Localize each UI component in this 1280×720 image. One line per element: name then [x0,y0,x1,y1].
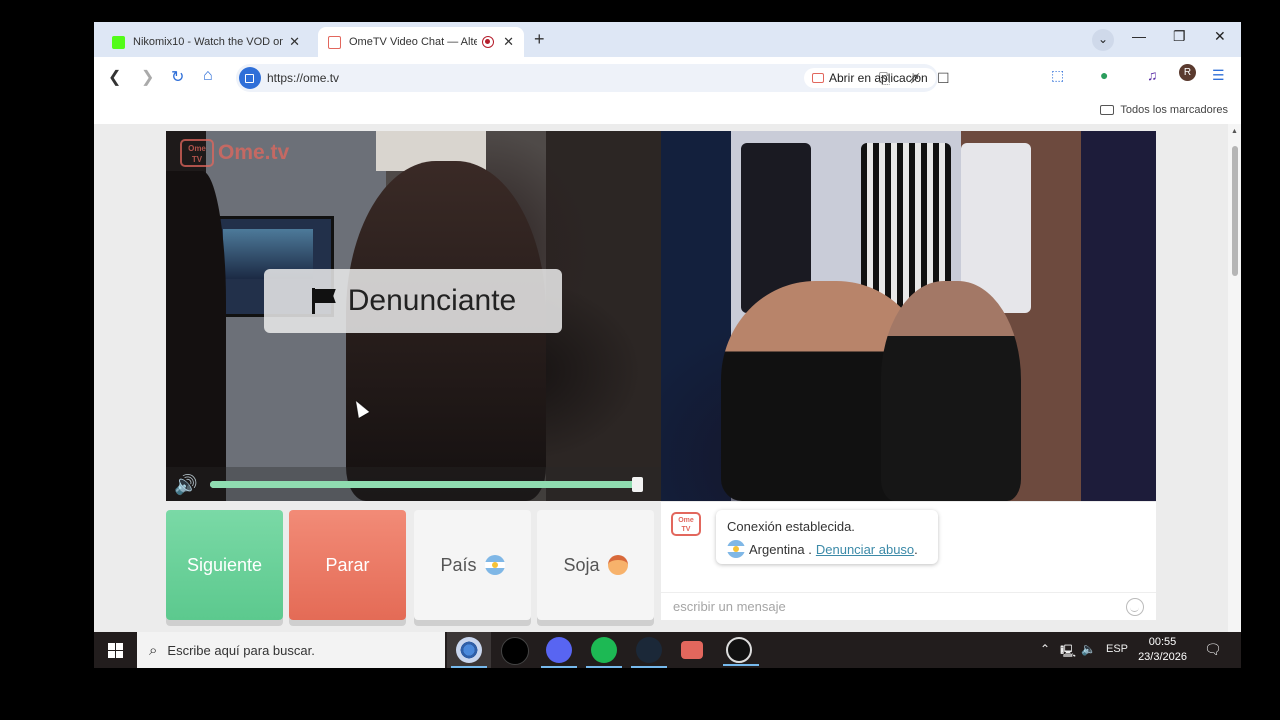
person-silhouette [881,281,1021,501]
folder-icon [1100,105,1115,115]
stop-button-label: Parar [325,554,370,575]
tab-strip: Nikomix10 - Watch the VOD on ✕ OmeTV Vid… [94,22,1241,57]
restore-button[interactable]: ❐ [1173,28,1186,45]
tab-ometv[interactable]: OmeTV Video Chat — Alter ✕ [318,27,524,57]
speaker-icon[interactable]: 🔈 [1081,642,1096,656]
chat-message-input[interactable] [661,592,1156,620]
report-abuse-link[interactable]: Denunciar abuso [816,542,914,557]
profile-avatar[interactable]: R [1179,64,1196,81]
ometv-favicon-icon [328,35,341,49]
emoji-icon[interactable] [1126,598,1144,616]
system-message: Conexión establecida. Argentina . Denunc… [716,510,938,564]
ometv-app-icon[interactable] [681,641,703,659]
country-filter-button[interactable]: País [414,510,531,620]
tab-title: OmeTV Video Chat — Alter [349,36,477,48]
report-overlay-label: Denunciante [347,284,517,317]
close-tab-icon[interactable]: ✕ [289,34,300,50]
browser-window: Nikomix10 - Watch the VOD on ✕ OmeTV Vid… [94,22,1241,668]
gender-filter-button[interactable]: Soja [537,510,654,620]
extensions-icon[interactable]: ⬚ [1051,67,1064,84]
person-face-icon [607,555,628,575]
connection-status-text: Conexión establecida. [727,519,855,534]
menu-icon[interactable]: ☰ [1212,67,1225,84]
network-icon[interactable]: 🖳 [1060,642,1076,663]
next-button[interactable]: Siguiente [166,510,283,620]
windows-start-icon[interactable] [108,643,123,658]
bookmarks-bar: Todos los marcadores [94,99,1241,124]
volume-slider-fill [210,481,638,488]
home-icon[interactable]: ⌂ [203,67,213,85]
translate-icon[interactable]: ⎘ [879,70,890,87]
notifications-icon[interactable]: 🗨 [1204,641,1222,658]
gender-button-label: Soja [563,554,600,575]
language-indicator[interactable]: ESP [1106,643,1128,655]
country-button-label: País [440,554,477,575]
scroll-up-icon[interactable]: ▲ [1231,128,1238,135]
clock-date: 23/3/2026 [1138,651,1187,663]
stranger-video[interactable]: Ome TV Ome.tv Denunciante 🔊 [166,131,661,501]
ometv-logo-icon: Ome TV [180,139,214,167]
spotify-app-icon[interactable] [586,637,622,668]
report-suffix: . [914,541,918,557]
new-tab-button[interactable]: + [534,29,545,50]
clock-time: 00:55 [1148,636,1177,648]
back-arrow-icon[interactable]: ❮ [108,67,121,87]
chat-ometv-logo: Ome TV [671,512,701,536]
tiktok-app-icon[interactable] [501,637,529,665]
tray-chevron-icon[interactable]: ⌃ [1040,642,1050,656]
obs-app-icon[interactable] [723,637,759,666]
report-overlay-button[interactable]: Denunciante [264,269,562,333]
tab-title: Nikomix10 - Watch the VOD on [133,36,283,48]
volume-slider[interactable] [210,477,643,492]
bookmark-icon[interactable]: ☐ [937,70,950,87]
flag-icon [310,288,336,314]
search-icon: ⌕ [149,641,158,659]
next-button-label: Siguiente [186,554,263,575]
reload-icon[interactable]: ↻ [171,67,184,87]
chrome-app-icon[interactable] [451,637,487,668]
partner-country-text: Argentina . [749,541,812,557]
ometv-logo-text: Ome.tv [218,141,290,164]
close-tab-icon[interactable]: ✕ [503,34,514,50]
forward-arrow-icon[interactable]: ❯ [141,67,154,87]
volume-icon[interactable]: 🔊 [174,473,198,497]
page-scrollbar[interactable]: ▲ ▼ [1228,124,1241,668]
recording-indicator-icon [482,36,494,48]
volume-slider-handle[interactable] [631,477,643,492]
person-silhouette [166,171,226,501]
argentina-flag-icon [484,555,505,575]
stop-button[interactable]: Parar [289,510,406,620]
taskbar-search-placeholder: Escribe aquí para buscar. [167,642,315,658]
close-window-button[interactable]: ✕ [1214,28,1226,45]
url-text[interactable]: https://ome.tv [267,71,339,85]
clock[interactable]: 00:55 23/3/2026 [1138,635,1187,665]
kick-favicon-icon [112,35,125,49]
browser-toolbar: ❮ ❯ ↻ ⌂ https://ome.tv Abrir en aplicaci… [94,57,1241,99]
all-bookmarks-label: Todos los marcadores [1120,104,1228,116]
site-info-icon[interactable] [239,67,261,89]
argentina-flag-icon [727,540,745,558]
ometv-logo-icon: Ome TV [671,512,701,536]
minimize-button[interactable]: — [1132,28,1146,44]
windows-taskbar: ⌕ Escribe aquí para buscar. ⌃ 🖳 🔈 ESP 00… [94,632,1241,668]
chat-panel: Ome TV Conexión establecida. Argentina .… [661,502,1156,620]
ometv-page: Ome TV Ome.tv Denunciante 🔊 Siguiente Pa… [94,124,1228,668]
tab-kick-vod[interactable]: Nikomix10 - Watch the VOD on ✕ [102,27,310,57]
media-control-icon[interactable]: ♫ [1147,67,1158,83]
volume-bar: 🔊 [166,467,661,501]
scrollbar-thumb[interactable] [1232,146,1238,276]
ometv-watermark: Ome TV Ome.tv [180,139,289,167]
ometv-app-icon [812,73,824,83]
partner-country-line: Argentina . Denunciar abuso. [727,540,918,558]
all-bookmarks-button[interactable]: Todos los marcadores [1100,104,1228,116]
self-video [661,131,1156,501]
address-bar[interactable]: https://ome.tv Abrir en aplicación ⎘ ⇗ ☐ [236,64,950,92]
steam-app-icon[interactable] [631,637,667,668]
taskbar-search-box[interactable]: ⌕ Escribe aquí para buscar. [137,632,445,668]
tab-search-button[interactable]: ⌄ [1092,29,1114,51]
share-icon[interactable]: ⇗ [908,70,920,87]
account-sync-icon[interactable]: ● [1100,67,1108,83]
discord-app-icon[interactable] [541,637,577,668]
